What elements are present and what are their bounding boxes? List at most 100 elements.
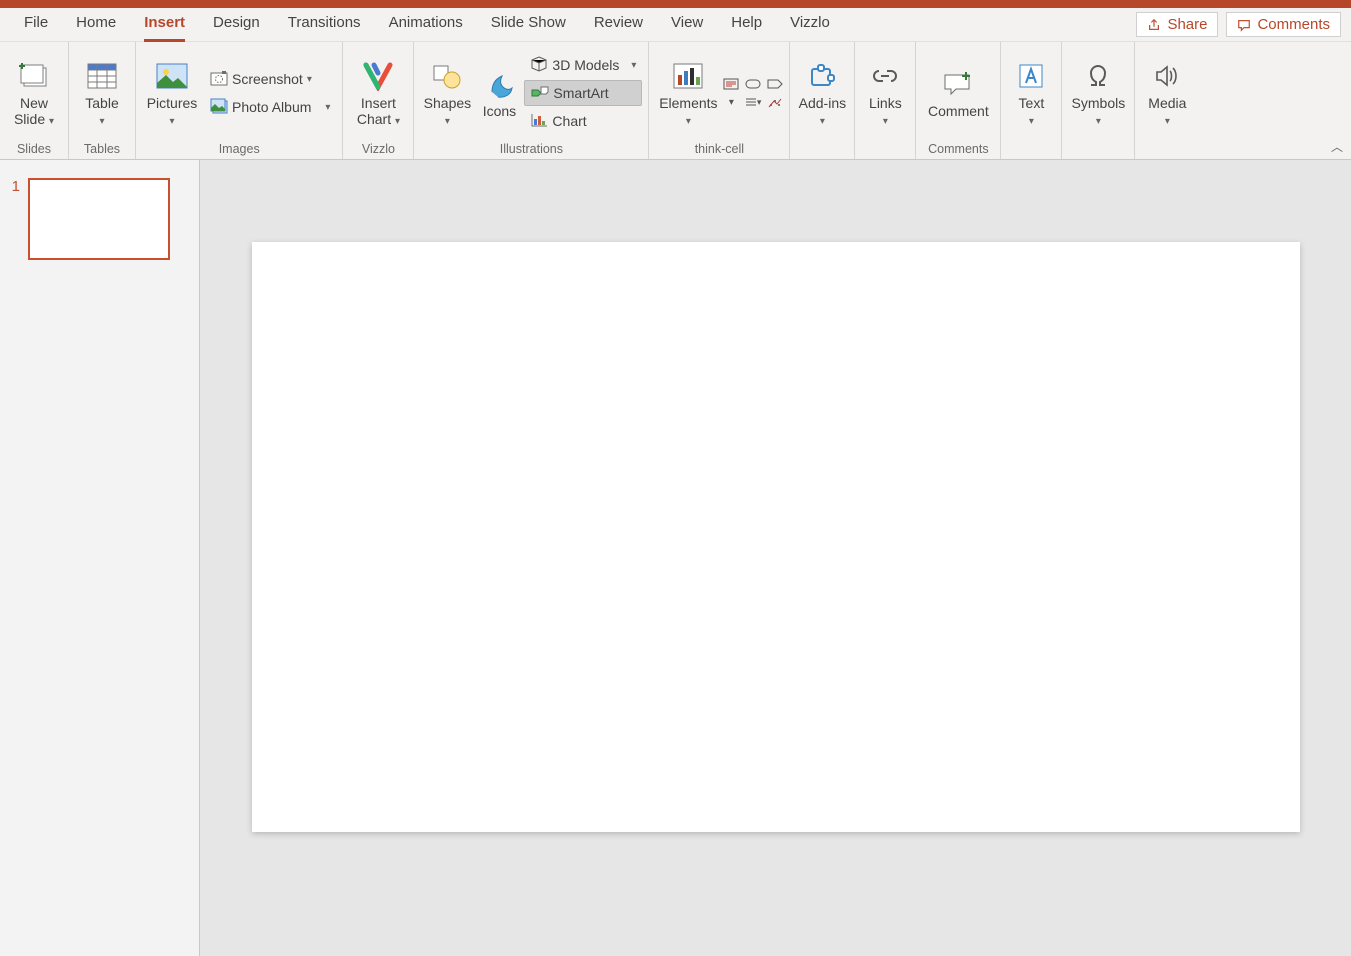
- tc-pentagon-button[interactable]: [767, 76, 783, 92]
- comment-button[interactable]: Comment: [922, 47, 994, 139]
- btn-label: Icons: [483, 104, 516, 119]
- pictures-icon: [155, 59, 189, 93]
- tabs-container: File Home Insert Design Transitions Anim…: [10, 8, 844, 41]
- vizzlo-insert-chart-button[interactable]: Insert Chart ▾: [349, 47, 407, 139]
- omega-icon: [1081, 59, 1115, 93]
- speaker-icon: [1150, 59, 1184, 93]
- group-label: Vizzlo: [349, 140, 407, 159]
- thinkcell-minitools: ▾ ▾: [723, 76, 783, 110]
- tab-label: Home: [76, 14, 116, 31]
- app-root: File Home Insert Design Transitions Anim…: [0, 0, 1351, 956]
- comments-button[interactable]: Comments: [1226, 12, 1341, 37]
- tab-right-actions: Share Comments: [1136, 12, 1341, 41]
- btn-text: Links: [869, 95, 902, 111]
- link-icon: [868, 59, 902, 93]
- chevron-down-icon: ▾: [1165, 116, 1170, 127]
- btn-text: Media: [1148, 95, 1186, 111]
- share-icon: [1147, 18, 1161, 32]
- tc-lines-dropdown[interactable]: ▾: [745, 94, 761, 110]
- tab-slideshow[interactable]: Slide Show: [477, 8, 580, 41]
- workspace: 1: [0, 160, 1351, 956]
- btn-label: Table▾: [85, 96, 118, 127]
- btn-text: Elements: [659, 95, 717, 111]
- tab-label: Transitions: [288, 14, 361, 31]
- chevron-down-icon: ▾: [1029, 116, 1034, 127]
- tab-label: Help: [731, 14, 762, 31]
- illustrations-stack: 3D Models ▾ SmartArt Char: [524, 52, 642, 134]
- table-icon: [85, 59, 119, 93]
- tc-more-button[interactable]: [767, 94, 783, 110]
- media-button[interactable]: Media ▾: [1141, 47, 1193, 139]
- tab-insert[interactable]: Insert: [130, 8, 199, 41]
- btn-text: Table: [85, 95, 118, 111]
- share-button[interactable]: Share: [1136, 12, 1218, 37]
- btn-text: Pictures: [147, 95, 198, 111]
- tab-view[interactable]: View: [657, 8, 717, 41]
- group-label: [861, 140, 909, 159]
- tab-label: Review: [594, 14, 643, 31]
- text-button[interactable]: Text ▾: [1007, 47, 1055, 139]
- tab-file[interactable]: File: [10, 8, 62, 41]
- group-label: think-cell: [655, 140, 783, 159]
- tab-label: Animations: [389, 14, 463, 31]
- chart-button[interactable]: Chart: [524, 108, 642, 134]
- tab-animations[interactable]: Animations: [375, 8, 477, 41]
- group-symbols: Symbols▾: [1062, 42, 1135, 159]
- text-icon: [1014, 59, 1048, 93]
- 3d-models-dropdown[interactable]: ▾: [625, 60, 642, 71]
- shapes-icon: [430, 59, 464, 93]
- btn-text: Text: [1019, 95, 1045, 111]
- tab-strip: File Home Insert Design Transitions Anim…: [0, 8, 1351, 42]
- vizzlo-icon: [361, 59, 395, 93]
- group-label: Slides: [6, 140, 62, 159]
- links-button[interactable]: Links▾: [861, 47, 909, 139]
- addins-button[interactable]: Add-ins ▾: [796, 47, 848, 139]
- group-label: Comments: [922, 140, 994, 159]
- slide-number: 1: [6, 178, 20, 195]
- tab-design[interactable]: Design: [199, 8, 274, 41]
- shapes-button[interactable]: Shapes▾: [420, 47, 474, 139]
- tc-harvey-dropdown[interactable]: ▾: [723, 94, 739, 110]
- tab-help[interactable]: Help: [717, 8, 776, 41]
- tab-transitions[interactable]: Transitions: [274, 8, 375, 41]
- new-slide-button[interactable]: New Slide ▾: [6, 47, 62, 139]
- elements-icon: [671, 59, 705, 93]
- btn-text: Shapes: [424, 95, 471, 111]
- ribbon: New Slide ▾ Slides Table▾ Tables: [0, 42, 1351, 160]
- tc-textbox-button[interactable]: [723, 76, 739, 92]
- pictures-button[interactable]: Pictures▾: [142, 47, 202, 139]
- btn-label: New Slide ▾: [8, 96, 60, 127]
- tab-home[interactable]: Home: [62, 8, 130, 41]
- symbols-button[interactable]: Symbols▾: [1068, 47, 1128, 139]
- tab-review[interactable]: Review: [580, 8, 657, 41]
- tab-vizzlo[interactable]: Vizzlo: [776, 8, 844, 41]
- btn-label: Text ▾: [1019, 96, 1045, 127]
- btn-label: Comment: [928, 104, 989, 119]
- slide-thumbnail-row[interactable]: 1: [0, 174, 199, 264]
- group-addins: Add-ins ▾: [790, 42, 855, 159]
- chevron-down-icon: ▾: [820, 116, 825, 127]
- slide-editor[interactable]: [200, 160, 1351, 956]
- icons-button[interactable]: Icons: [476, 47, 522, 139]
- collapse-ribbon-button[interactable]: ︿: [1331, 138, 1343, 155]
- slide-thumbnails-panel[interactable]: 1: [0, 160, 200, 956]
- tab-label: Insert: [144, 14, 185, 31]
- btn-text: New Slide: [14, 95, 48, 126]
- photo-album-button[interactable]: Photo Album ▾: [204, 94, 336, 120]
- group-label: Tables: [75, 140, 129, 159]
- group-illustrations: Shapes▾ Icons 3D Models: [414, 42, 649, 159]
- chevron-down-icon: ▾: [307, 74, 312, 85]
- btn-text: Add-ins: [799, 95, 846, 111]
- screenshot-button[interactable]: Screenshot ▾: [204, 66, 336, 92]
- smartart-button[interactable]: SmartArt: [524, 80, 642, 106]
- chevron-down-icon: ▾: [49, 116, 54, 127]
- 3d-models-button[interactable]: 3D Models: [524, 52, 625, 78]
- tab-label: View: [671, 14, 703, 31]
- photo-album-icon: [210, 98, 228, 117]
- tc-rounded-rect-button[interactable]: [745, 76, 761, 92]
- table-button[interactable]: Table▾: [75, 47, 129, 139]
- thinkcell-elements-button[interactable]: Elements▾: [655, 47, 721, 139]
- btn-label: Screenshot: [232, 71, 303, 87]
- slide-thumbnail[interactable]: [28, 178, 170, 260]
- slide-canvas[interactable]: [252, 242, 1300, 832]
